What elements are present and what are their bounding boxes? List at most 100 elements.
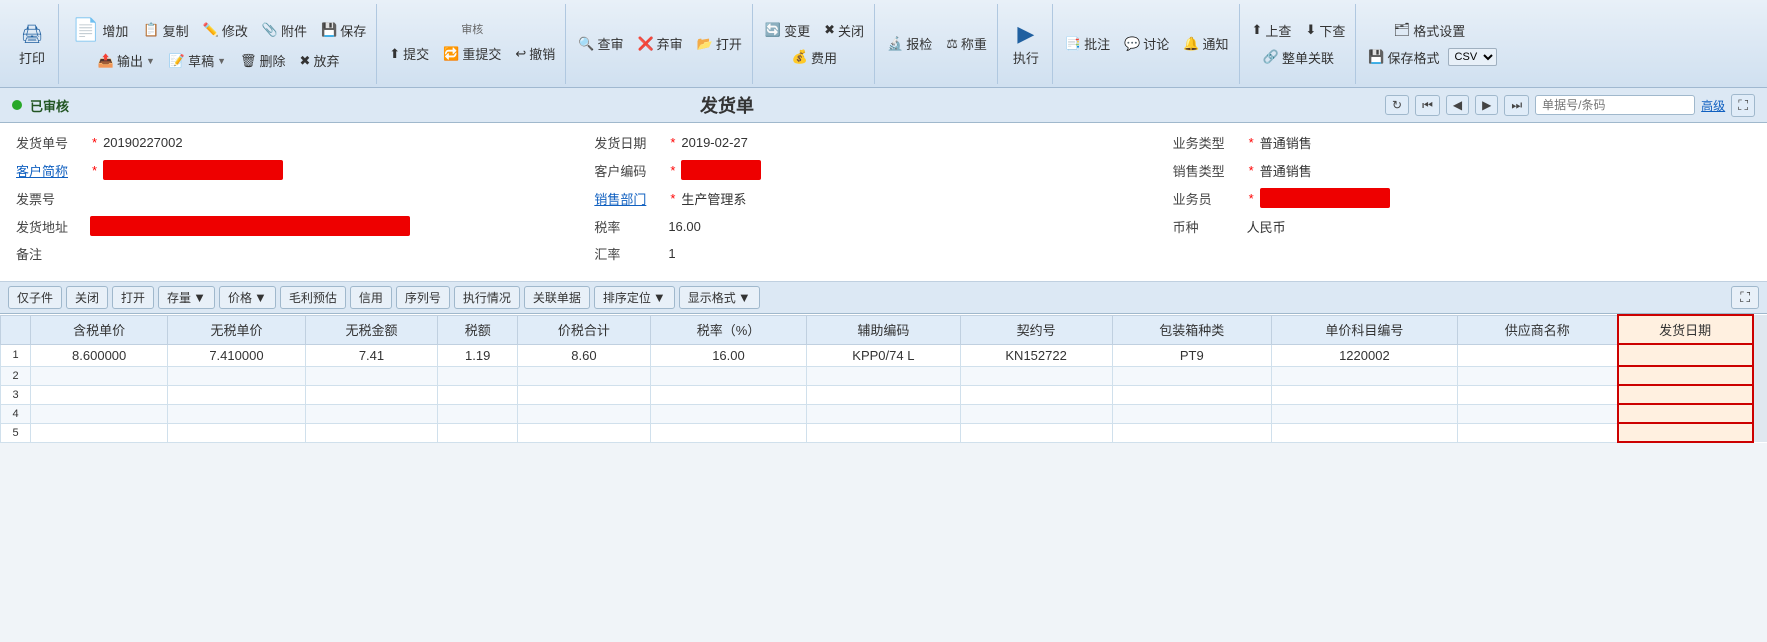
total-cell[interactable] <box>518 385 651 404</box>
contract-no-cell[interactable] <box>960 423 1112 442</box>
scrollbar-spacer[interactable] <box>1753 344 1767 366</box>
cost-button[interactable]: 💰 费用 <box>786 45 843 70</box>
pkg-type-cell[interactable] <box>1112 385 1271 404</box>
inspect-button[interactable]: 🔬 报检 <box>881 31 938 56</box>
notax-price-cell[interactable]: 7.410000 <box>168 344 305 366</box>
search-input[interactable] <box>1535 95 1695 115</box>
row-num-cell[interactable]: 5 <box>1 423 31 442</box>
tax-rate-cell[interactable] <box>650 423 806 442</box>
contract-no-cell[interactable]: KN152722 <box>960 344 1112 366</box>
batch-button[interactable]: 📑 批注 <box>1059 31 1116 56</box>
scrollbar-spacer[interactable] <box>1753 366 1767 385</box>
tax-price-cell[interactable] <box>31 404 168 423</box>
pkg-type-cell[interactable]: PT9 <box>1112 344 1271 366</box>
first-button[interactable]: ⏮ <box>1415 95 1440 116</box>
seq-no-button[interactable]: 序列号 <box>396 286 450 309</box>
dept-label[interactable]: 销售部门 <box>594 189 664 208</box>
notax-amount-cell[interactable] <box>305 404 438 423</box>
table-row[interactable]: 18.6000007.4100007.411.198.6016.00KPP0/7… <box>1 344 1767 366</box>
format-dropdown[interactable]: CSV <box>1448 48 1497 66</box>
table-close-button[interactable]: 关闭 <box>66 286 108 309</box>
aux-code-cell[interactable] <box>807 423 960 442</box>
cancel-submit-button[interactable]: ↩ 撤销 <box>509 41 561 66</box>
abandon-button[interactable]: ✖ 放弃 <box>294 48 346 73</box>
save-button[interactable]: 💾 保存 <box>315 18 372 43</box>
row-num-cell[interactable]: 1 <box>1 344 31 366</box>
row-num-cell[interactable]: 3 <box>1 385 31 404</box>
display-format-button[interactable]: 显示格式 ▼ <box>679 286 760 309</box>
tax-cell[interactable] <box>438 385 518 404</box>
nav-down-button[interactable]: ⬇ 下查 <box>1299 18 1351 43</box>
tax-price-cell[interactable]: 8.600000 <box>31 344 168 366</box>
close-op-button[interactable]: ✖ 关闭 <box>818 18 870 43</box>
change-button[interactable]: 🔄 变更 <box>759 18 816 43</box>
ship-date-cell[interactable] <box>1618 366 1753 385</box>
scrollbar-spacer[interactable] <box>1753 385 1767 404</box>
ship-date-cell[interactable] <box>1618 404 1753 423</box>
format-button[interactable]: 🗂 格式设置 <box>1388 18 1472 43</box>
table-row[interactable]: 2 <box>1 366 1767 385</box>
price-button[interactable]: 价格 ▼ <box>219 286 276 309</box>
pkg-type-cell[interactable] <box>1112 404 1271 423</box>
notax-price-cell[interactable] <box>168 423 305 442</box>
table-open-button[interactable]: 打开 <box>112 286 154 309</box>
prev-button[interactable]: ◀ <box>1446 95 1469 115</box>
total-cell[interactable]: 8.60 <box>518 344 651 366</box>
pkg-type-cell[interactable] <box>1112 423 1271 442</box>
supplier-cell[interactable] <box>1457 404 1617 423</box>
add-button[interactable]: 📄 增加 <box>65 14 135 46</box>
notax-price-cell[interactable] <box>168 385 305 404</box>
notax-amount-cell[interactable] <box>305 385 438 404</box>
stock-button[interactable]: 存量 ▼ <box>158 286 215 309</box>
only-child-button[interactable]: 仅子件 <box>8 286 62 309</box>
unit-code-cell[interactable] <box>1271 385 1457 404</box>
draft-button[interactable]: 📝 草稿 ▼ <box>163 48 232 73</box>
credit-button[interactable]: 信用 <box>350 286 392 309</box>
notax-amount-cell[interactable] <box>305 423 438 442</box>
submit-button[interactable]: ⬆ 提交 <box>383 41 435 66</box>
ship-date-cell[interactable] <box>1618 385 1753 404</box>
print-button[interactable]: 🖨 打印 <box>10 17 54 70</box>
total-cell[interactable] <box>518 423 651 442</box>
notax-amount-cell[interactable] <box>305 366 438 385</box>
supplier-cell[interactable] <box>1457 423 1617 442</box>
scrollbar-spacer[interactable] <box>1753 404 1767 423</box>
export-button[interactable]: 📤 输出 ▼ <box>92 48 161 73</box>
contract-no-cell[interactable] <box>960 404 1112 423</box>
tax-rate-cell[interactable] <box>650 366 806 385</box>
notax-amount-cell[interactable]: 7.41 <box>305 344 438 366</box>
table-row[interactable]: 3 <box>1 385 1767 404</box>
tax-rate-cell[interactable]: 16.00 <box>650 344 806 366</box>
ship-date-cell[interactable] <box>1618 423 1753 442</box>
contract-no-cell[interactable] <box>960 366 1112 385</box>
tax-cell[interactable] <box>438 366 518 385</box>
refresh-button[interactable]: ↻ <box>1385 95 1409 115</box>
save-format-button[interactable]: 💾 保存格式 <box>1362 45 1445 70</box>
ship-date-cell[interactable] <box>1618 344 1753 366</box>
unit-code-cell[interactable] <box>1271 423 1457 442</box>
link-button[interactable]: 🔗 整单关联 <box>1257 45 1340 70</box>
aux-code-cell[interactable] <box>807 366 960 385</box>
table-row[interactable]: 5 <box>1 423 1767 442</box>
total-cell[interactable] <box>518 404 651 423</box>
table-row[interactable]: 4 <box>1 404 1767 423</box>
notax-price-cell[interactable] <box>168 366 305 385</box>
aux-code-cell[interactable] <box>807 385 960 404</box>
supplier-cell[interactable] <box>1457 385 1617 404</box>
pkg-type-cell[interactable] <box>1112 366 1271 385</box>
copy-button[interactable]: 📋 复制 <box>137 18 194 43</box>
exec-status-button[interactable]: 执行情况 <box>454 286 520 309</box>
weigh-button[interactable]: ⚖ 称重 <box>940 31 993 56</box>
row-num-cell[interactable]: 4 <box>1 404 31 423</box>
exec-button[interactable]: ▶ 执行 <box>1004 17 1048 70</box>
tax-price-cell[interactable] <box>31 423 168 442</box>
tax-price-cell[interactable] <box>31 385 168 404</box>
next-button[interactable]: ▶ <box>1475 95 1498 115</box>
abandon-review-button[interactable]: ❌ 弃审 <box>631 31 688 56</box>
edit-button[interactable]: ✏️ 修改 <box>197 18 254 43</box>
tax-rate-cell[interactable] <box>650 404 806 423</box>
supplier-cell[interactable] <box>1457 344 1617 366</box>
tax-cell[interactable]: 1.19 <box>438 344 518 366</box>
aux-code-cell[interactable] <box>807 404 960 423</box>
sort-button[interactable]: 排序定位 ▼ <box>594 286 675 309</box>
